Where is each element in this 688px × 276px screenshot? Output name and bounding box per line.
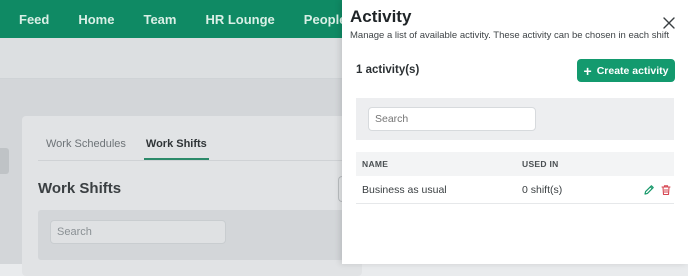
work-shifts-card: Work Schedules Work Shifts Work Shifts S… (22, 116, 363, 276)
page-title: Work Shifts (38, 180, 122, 197)
create-activity-label: Create activity (596, 64, 669, 77)
drawer-subtitle: Manage a list of available activity. The… (350, 30, 670, 41)
activity-used-in: 0 shift(s) (522, 183, 563, 196)
background-search-panel: Search (38, 210, 362, 260)
sidebar-toggle[interactable] (0, 148, 9, 174)
activity-count: 1 activity(s) (356, 64, 420, 76)
plus-icon: + (583, 62, 592, 79)
row-actions (622, 184, 674, 196)
tab-work-schedules[interactable]: Work Schedules (46, 138, 126, 160)
create-activity-button[interactable]: + Create activity (577, 59, 675, 82)
nav-item-hr-lounge[interactable]: HR Lounge (205, 12, 274, 27)
nav-item-people[interactable]: People (304, 12, 347, 27)
tab-work-shifts[interactable]: Work Shifts (143, 138, 209, 160)
nav-item-feed[interactable]: Feed (19, 12, 49, 27)
activity-drawer: Activity Manage a list of available acti… (342, 0, 688, 264)
activity-search-input[interactable] (368, 107, 536, 131)
activity-table: NAME USED IN Business as usual 0 shift(s… (356, 152, 674, 204)
background-search-input[interactable]: Search (50, 220, 226, 244)
column-header-name: NAME (362, 159, 389, 169)
close-icon[interactable] (662, 16, 676, 30)
activity-name: Business as usual (362, 183, 447, 196)
nav-item-home[interactable]: Home (78, 12, 114, 27)
drawer-title: Activity (350, 7, 412, 26)
tab-divider (38, 160, 362, 161)
search-panel (356, 98, 674, 140)
table-row: Business as usual 0 shift(s) (356, 176, 674, 204)
column-header-used-in: USED IN (522, 159, 559, 169)
schedule-tabs: Work Schedules Work Shifts (46, 138, 209, 160)
table-header: NAME USED IN (356, 152, 674, 176)
delete-trash-icon[interactable] (660, 184, 672, 196)
edit-pencil-icon[interactable] (643, 184, 655, 196)
nav-item-team[interactable]: Team (143, 12, 176, 27)
